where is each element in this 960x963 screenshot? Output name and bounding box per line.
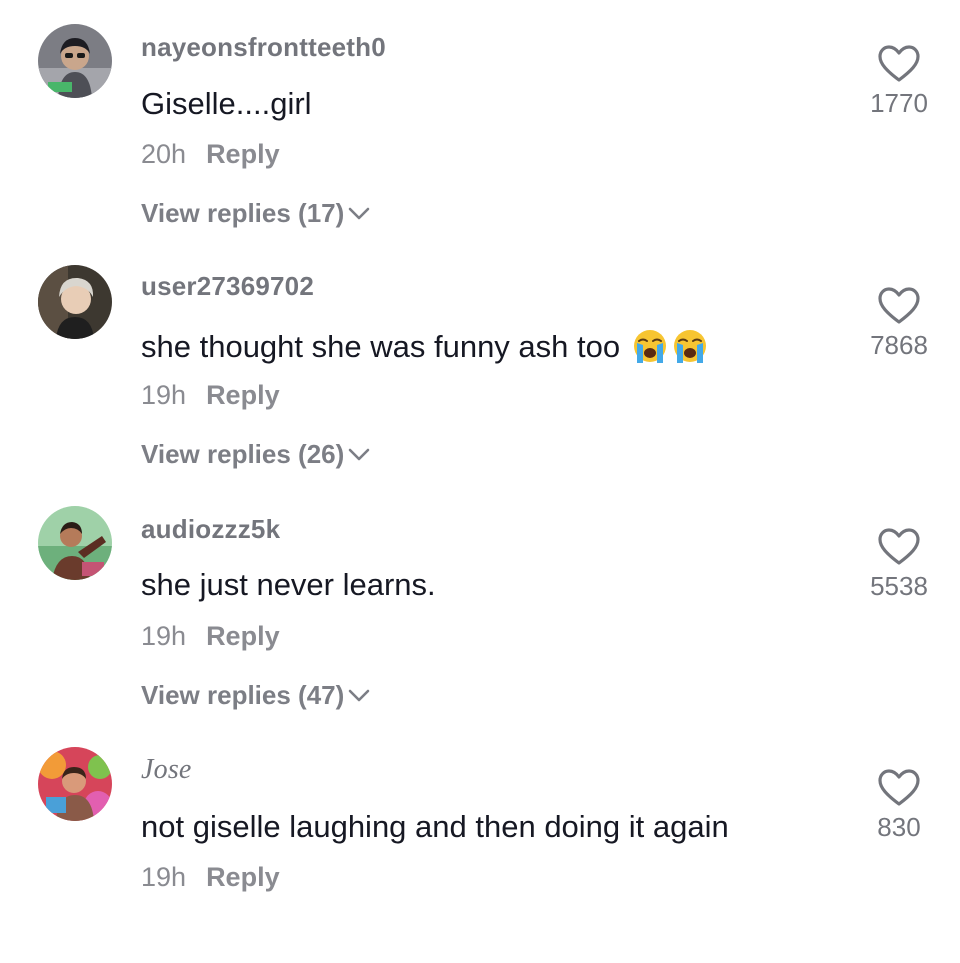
comment-text: not giselle laughing and then doing it a… bbox=[141, 809, 729, 844]
avatar[interactable] bbox=[38, 265, 112, 339]
comment-time: 19h bbox=[141, 862, 187, 892]
heart-icon bbox=[878, 45, 920, 82]
comment-username[interactable]: nayeonsfrontteeth0 bbox=[141, 32, 386, 63]
chevron-down-icon bbox=[348, 448, 370, 461]
reply-button[interactable]: Reply bbox=[206, 139, 280, 169]
comment-time: 19h bbox=[141, 621, 187, 651]
chevron-down-icon bbox=[348, 207, 370, 220]
comment-text: Giselle....girl bbox=[141, 86, 312, 121]
like-count: 1770 bbox=[870, 88, 928, 118]
view-replies-label: View replies (47) bbox=[141, 680, 345, 710]
like-button[interactable]: 7868 bbox=[849, 286, 949, 361]
avatar-photo-icon bbox=[38, 506, 112, 580]
avatar[interactable] bbox=[38, 506, 112, 580]
heart-icon bbox=[878, 287, 920, 324]
heart-icon bbox=[878, 528, 920, 565]
comment-text: she just never learns. bbox=[141, 567, 436, 602]
chevron-down-icon bbox=[348, 689, 370, 702]
comment-username[interactable]: user27369702 bbox=[141, 271, 314, 302]
comment-item: audiozzz5k she just never learns. 19h Rep… bbox=[0, 482, 960, 722]
view-replies-button[interactable]: View replies (26) bbox=[141, 439, 370, 470]
comment-item: user27369702 she thought she was funny a… bbox=[0, 241, 960, 481]
avatar-photo-icon bbox=[38, 24, 112, 98]
comment-text-body: she thought she was funny ash too bbox=[141, 329, 621, 364]
reply-button[interactable]: Reply bbox=[206, 380, 280, 410]
comment-item: Jose not giselle laughing and then doing… bbox=[0, 723, 960, 963]
like-count: 5538 bbox=[870, 571, 928, 601]
comment-meta: 19h Reply bbox=[141, 380, 280, 411]
avatar[interactable] bbox=[38, 24, 112, 98]
like-button[interactable]: 830 bbox=[849, 768, 949, 843]
like-count: 830 bbox=[877, 812, 921, 842]
view-replies-label: View replies (17) bbox=[141, 198, 345, 228]
view-replies-label: View replies (26) bbox=[141, 439, 345, 469]
view-replies-button[interactable]: View replies (17) bbox=[141, 198, 370, 229]
comment-time: 19h bbox=[141, 380, 187, 410]
comment-time: 20h bbox=[141, 139, 187, 169]
comment-meta: 20h Reply bbox=[141, 139, 280, 170]
loudly-crying-face-icon bbox=[673, 330, 706, 363]
view-replies-button[interactable]: View replies (47) bbox=[141, 680, 370, 711]
comment-text: she thought she was funny ash too bbox=[141, 327, 709, 365]
avatar-photo-icon bbox=[38, 747, 112, 821]
reply-button[interactable]: Reply bbox=[206, 621, 280, 651]
comment-item: nayeonsfrontteeth0 Giselle....girl 20h Re… bbox=[0, 0, 960, 240]
heart-icon bbox=[878, 769, 920, 806]
avatar-photo-icon bbox=[38, 265, 112, 339]
loudly-crying-face-icon bbox=[633, 330, 666, 363]
reply-button[interactable]: Reply bbox=[206, 862, 280, 892]
like-count: 7868 bbox=[870, 330, 928, 360]
like-button[interactable]: 5538 bbox=[849, 527, 949, 602]
comment-meta: 19h Reply bbox=[141, 862, 280, 893]
like-button[interactable]: 1770 bbox=[849, 44, 949, 119]
comment-meta: 19h Reply bbox=[141, 621, 280, 652]
avatar[interactable] bbox=[38, 747, 112, 821]
comment-username[interactable]: Jose bbox=[141, 754, 192, 786]
comment-username[interactable]: audiozzz5k bbox=[141, 514, 280, 545]
